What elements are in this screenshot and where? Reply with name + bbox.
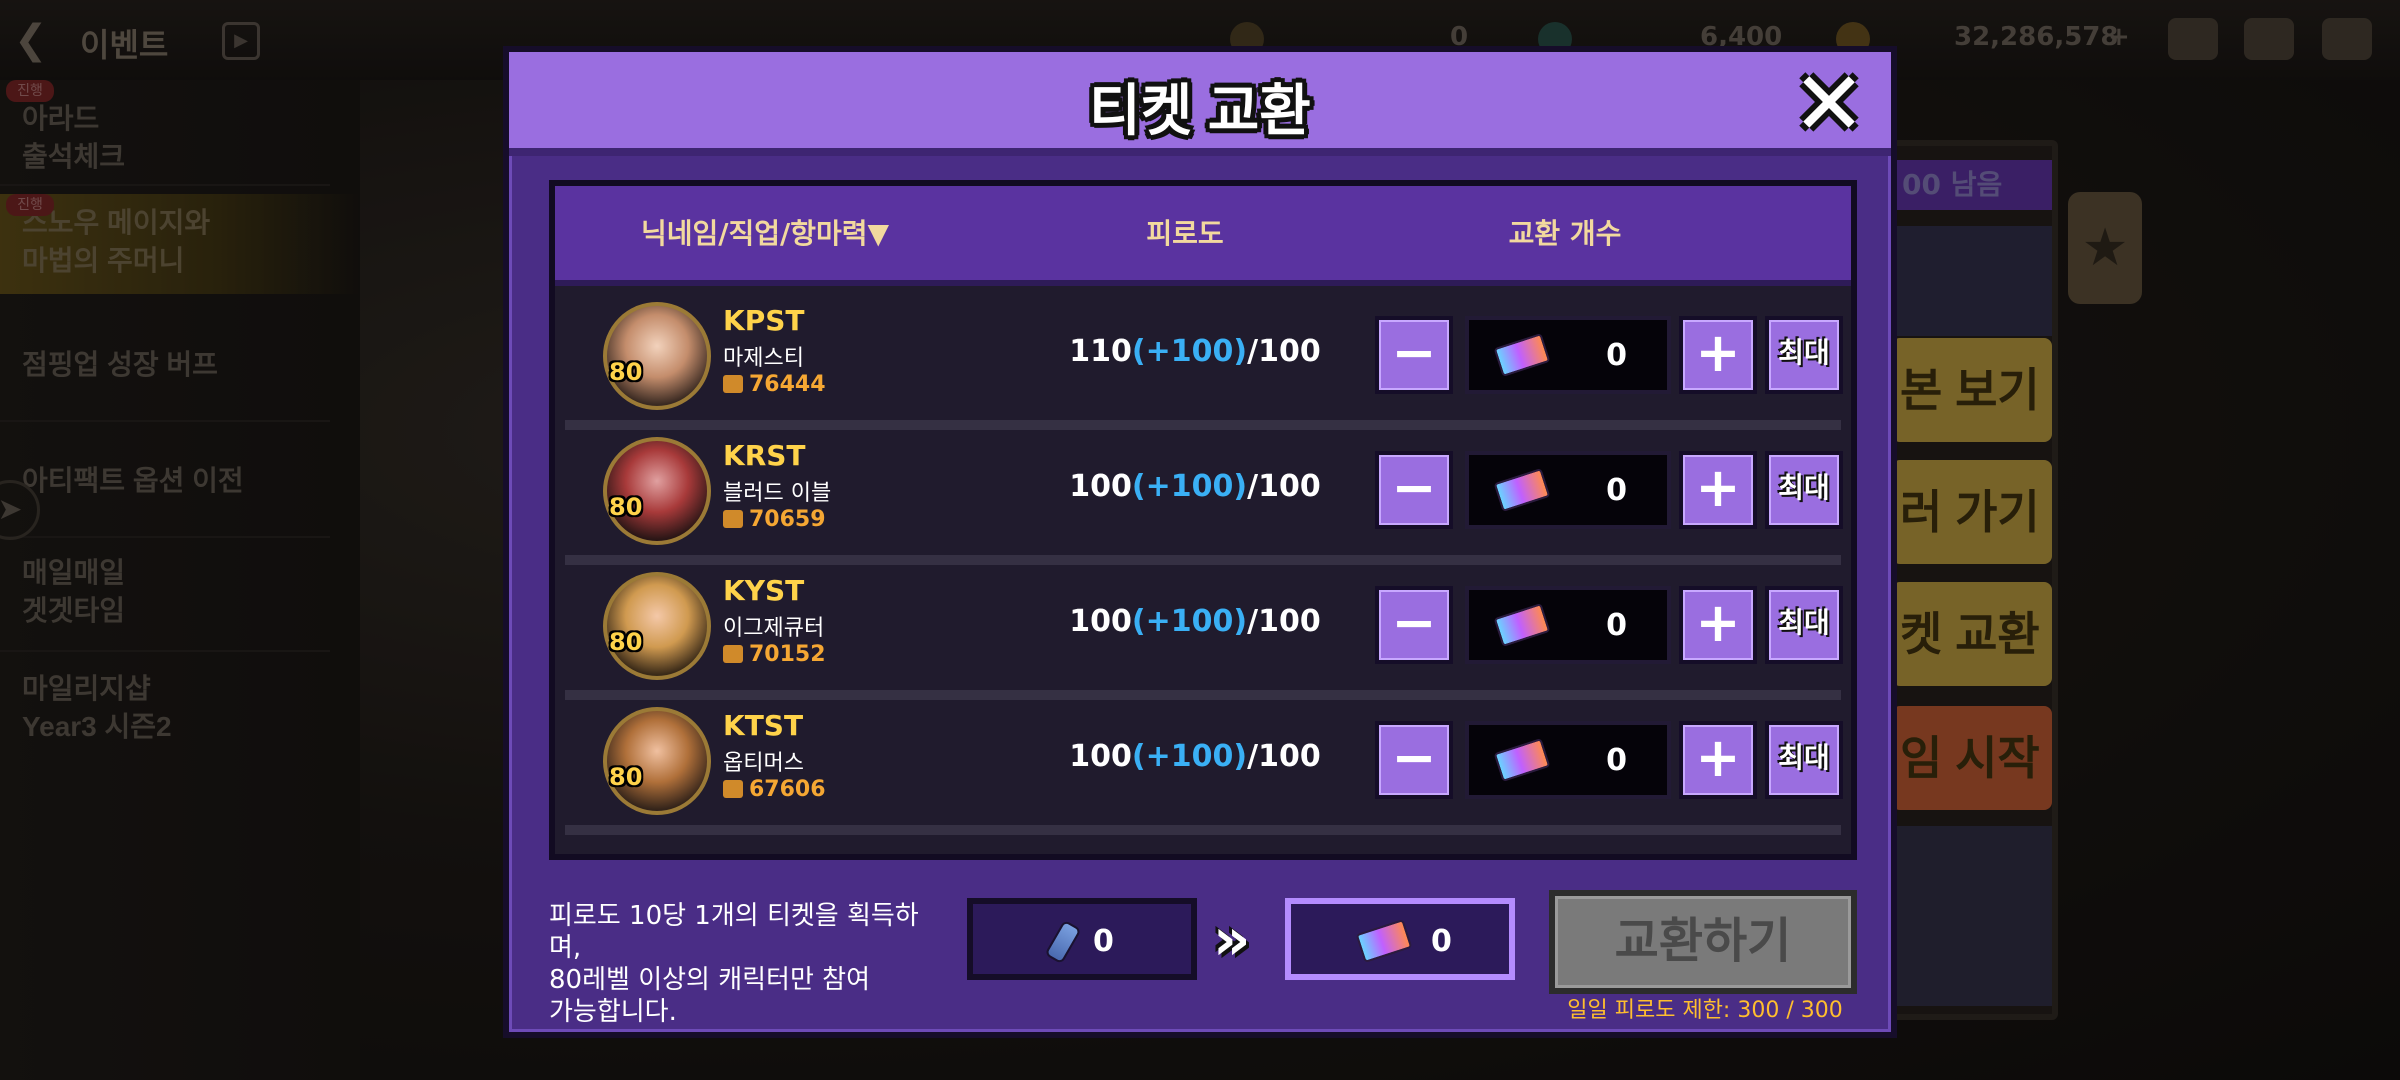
character-power: 67606 [723,777,826,802]
arrow-right-icon: » [1213,905,1251,973]
fatigue-max: /100 [1247,469,1321,504]
exchange-count-value: 0 [1606,338,1627,373]
exchange-count-box: 0 [1465,586,1671,664]
power-icon [723,510,743,528]
power-value: 70659 [749,507,826,532]
fatigue-value: 100(+100)/100 [1025,604,1365,639]
minus-button[interactable]: − [1375,721,1453,799]
character-nickname: KRST [723,439,806,472]
fatigue-total-box: 0 [967,898,1197,980]
character-nickname: KPST [723,304,805,337]
row-divider [565,825,1841,835]
character-level: 80 [609,493,643,521]
max-button[interactable]: 최대 [1765,316,1843,394]
exchange-count-value: 0 [1606,608,1627,643]
fatigue-value: 100(+100)/100 [1025,469,1365,504]
max-button[interactable]: 최대 [1765,721,1843,799]
power-value: 67606 [749,777,826,802]
fatigue-total-value: 0 [1093,924,1114,959]
fatigue-max: /100 [1247,604,1321,639]
plus-button[interactable]: + [1679,721,1757,799]
character-job: 옵티머스 [723,751,804,776]
fatigue-current: 110 [1069,334,1132,369]
power-icon [723,780,743,798]
modal-header: 티켓 교환 ✕ [509,52,1891,156]
ticket-icon [1493,738,1551,782]
exchange-count-box: 0 [1465,316,1671,394]
fatigue-value: 110(+100)/100 [1025,334,1365,369]
exchange-note: 피로도 10당 1개의 티켓을 획득하며, 80레벨 이상의 캐릭터만 참여 가… [549,900,949,1028]
close-button[interactable]: ✕ [1789,60,1869,148]
character-portrait [603,302,711,410]
ticket-icon [1355,919,1413,963]
note-line: 80레벨 이상의 캐릭터만 참여 [549,965,870,995]
exchange-button[interactable]: 교환하기 [1549,890,1857,994]
fatigue-bonus: (+100) [1131,604,1248,639]
exchange-count-box: 0 [1465,451,1671,529]
fatigue-current: 100 [1069,604,1132,639]
character-table: 닉네임/직업/항마력▼ 피로도 교환 개수 80 KPST 마제스티 76444… [549,180,1857,860]
plus-button[interactable]: + [1679,586,1757,664]
note-line: 피로도 10당 1개의 티켓을 획득하며, [549,901,919,963]
character-nickname: KTST [723,709,804,742]
header-character[interactable]: 닉네임/직업/항마력▼ [595,212,935,252]
fatigue-bonus: (+100) [1131,469,1248,504]
note-line: 가능합니다. [549,997,677,1027]
power-icon [723,645,743,663]
fatigue-value: 100(+100)/100 [1025,739,1365,774]
table-row: 80 KTST 옵티머스 67606 100(+100)/100 − 0 + 최… [565,699,1843,835]
character-job: 마제스티 [723,346,804,371]
table-row: 80 KYST 이그제큐터 70152 100(+100)/100 − 0 + … [565,564,1843,700]
character-level: 80 [609,358,643,386]
ticket-icon [1493,603,1551,647]
table-row: 80 KPST 마제스티 76444 110(+100)/100 − 0 + 최… [565,294,1843,430]
table-row: 80 KRST 블러드 이블 70659 100(+100)/100 − 0 +… [565,429,1843,565]
header-exchange-count: 교환 개수 [1508,217,1622,250]
max-button[interactable]: 최대 [1765,586,1843,664]
exchange-count-box: 0 [1465,721,1671,799]
ticket-icon [1493,468,1551,512]
exchange-count-value: 0 [1606,743,1627,778]
character-portrait [603,437,711,545]
character-power: 76444 [723,372,826,397]
character-power: 70152 [723,642,826,667]
fatigue-bonus: (+100) [1131,334,1248,369]
character-job: 블러드 이블 [723,481,832,506]
fatigue-potion-icon [1044,919,1082,965]
ticket-total-value: 0 [1431,924,1452,959]
exchange-count-value: 0 [1606,473,1627,508]
character-portrait [603,572,711,680]
power-icon [723,375,743,393]
power-value: 76444 [749,372,826,397]
ticket-icon [1493,333,1551,377]
plus-button[interactable]: + [1679,451,1757,529]
character-job: 이그제큐터 [723,616,825,641]
minus-button[interactable]: − [1375,586,1453,664]
character-power: 70659 [723,507,826,532]
minus-button[interactable]: − [1375,451,1453,529]
fatigue-current: 100 [1069,739,1132,774]
character-nickname: KYST [723,574,805,607]
table-header: 닉네임/직업/항마력▼ 피로도 교환 개수 [555,186,1851,286]
character-level: 80 [609,628,643,656]
max-button[interactable]: 최대 [1765,451,1843,529]
header-fatigue: 피로도 [1146,217,1224,250]
power-value: 70152 [749,642,826,667]
fatigue-max: /100 [1247,334,1321,369]
fatigue-max: /100 [1247,739,1321,774]
ticket-exchange-modal: 티켓 교환 ✕ 닉네임/직업/항마력▼ 피로도 교환 개수 80 KPST 마제… [503,46,1897,1038]
modal-title: 티켓 교환 [1089,79,1311,142]
fatigue-current: 100 [1069,469,1132,504]
fatigue-bonus: (+100) [1131,739,1248,774]
character-level: 80 [609,763,643,791]
minus-button[interactable]: − [1375,316,1453,394]
character-portrait [603,707,711,815]
ticket-total-box: 0 [1285,898,1515,980]
daily-fatigue-limit: 일일 피로도 제한: 300 / 300 [1567,998,1843,1023]
plus-button[interactable]: + [1679,316,1757,394]
